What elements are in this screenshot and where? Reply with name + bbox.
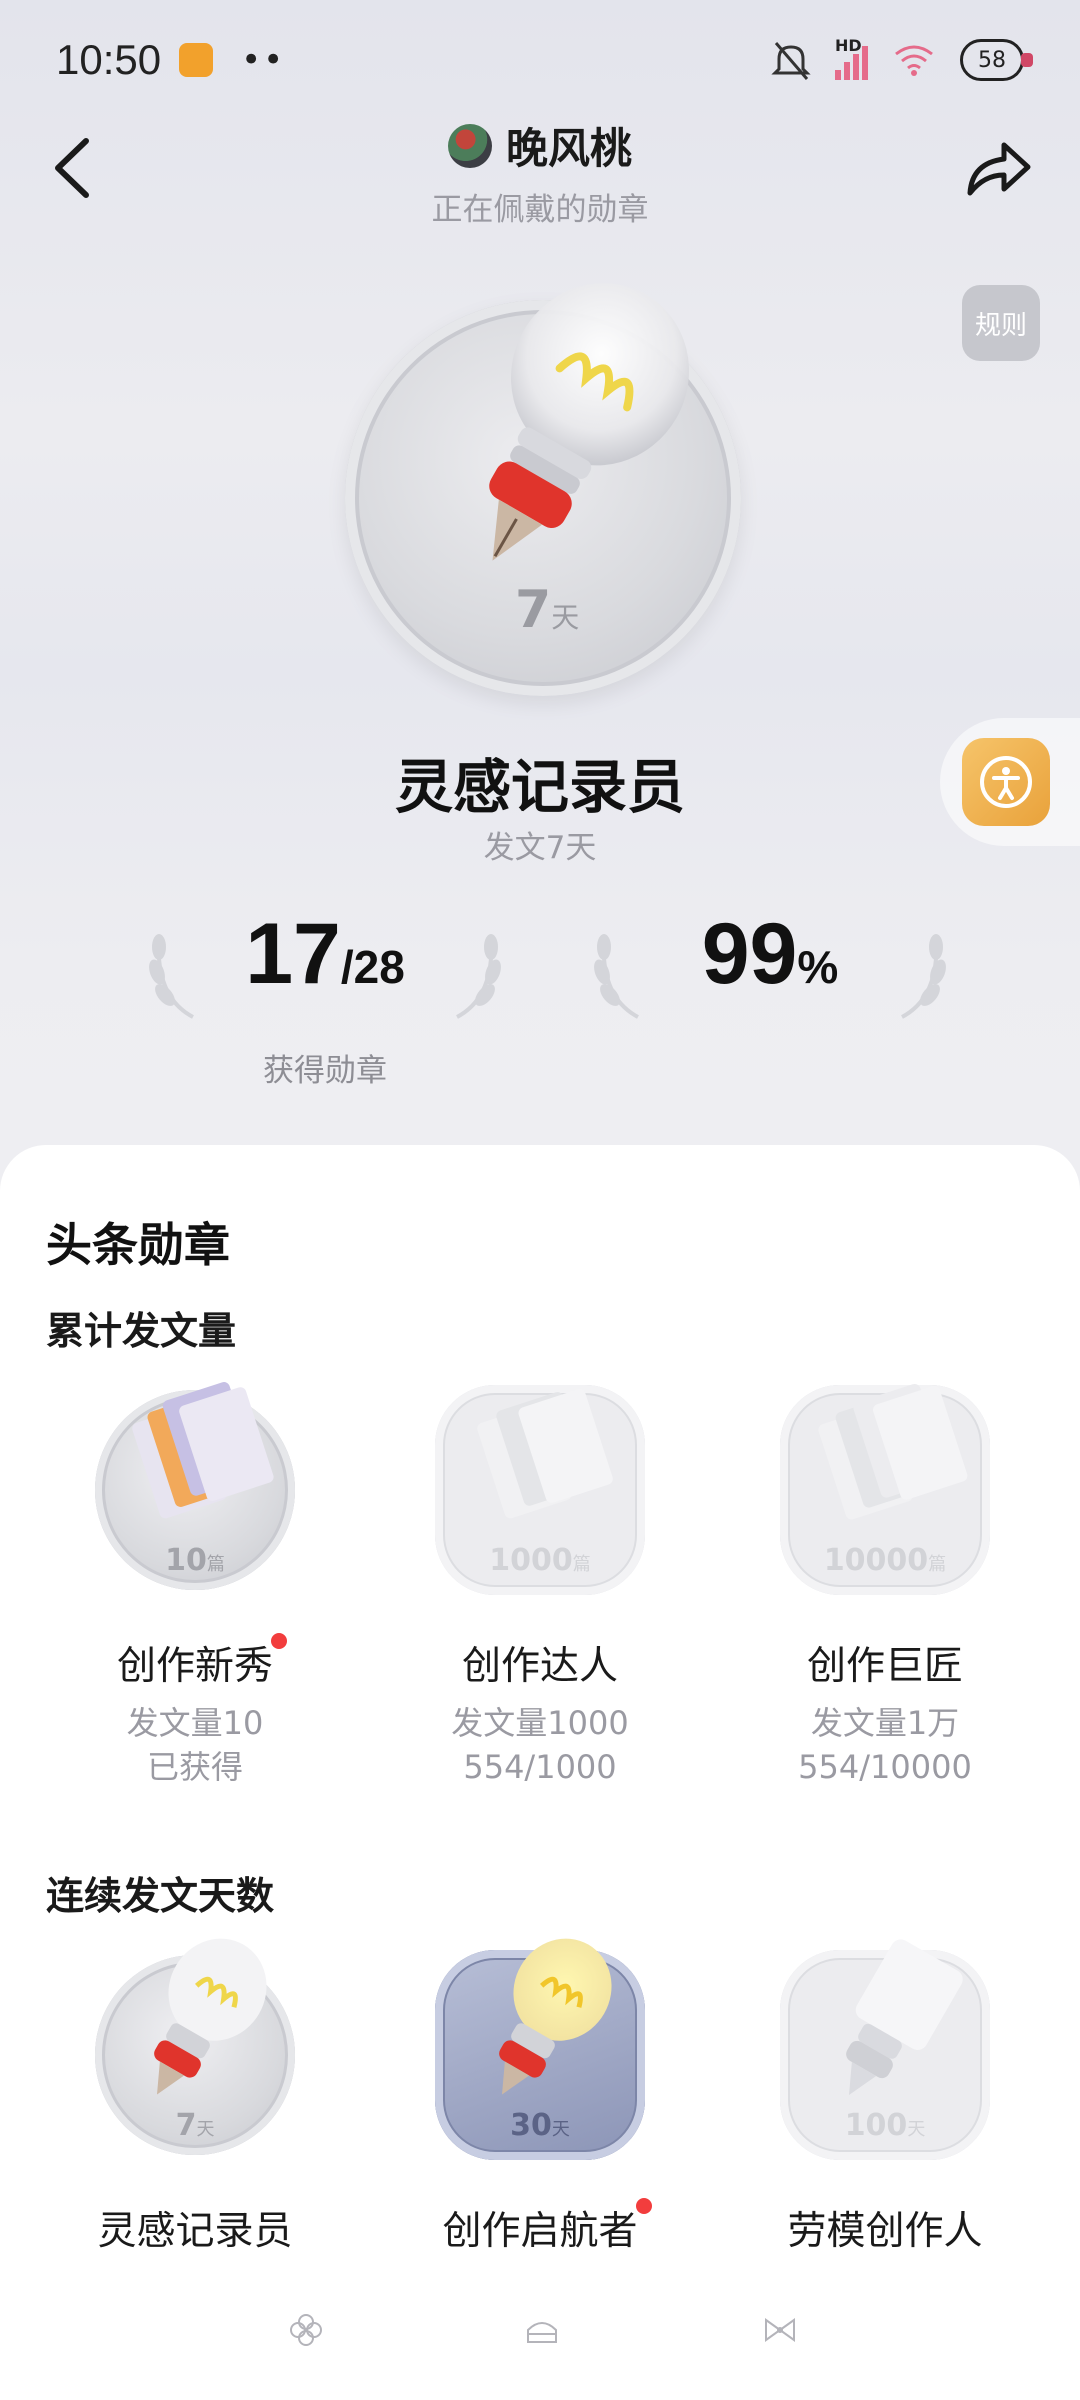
badge-name: 创作启航者 xyxy=(442,2198,652,2256)
notebook-icon xyxy=(818,1383,968,1520)
current-badge-days: 7天 xyxy=(515,580,579,640)
badge-icon: 1000篇 xyxy=(425,1375,655,1605)
badge-creation-newbie[interactable]: 10篇 创作新秀 发文量10 已获得 xyxy=(45,1375,345,1789)
badge-label-unit: 天 xyxy=(551,2119,570,2140)
notebook-icon xyxy=(132,1382,274,1519)
rules-button[interactable]: 规则 xyxy=(962,285,1040,361)
laurel-icon xyxy=(901,934,946,1019)
badge-inspiration-recorder[interactable]: 7天 灵感记录员 xyxy=(45,1938,345,2256)
badge-model-creator[interactable]: 100天 劳模创作人 xyxy=(735,1939,1035,2256)
more-notifications-icon: •• xyxy=(241,40,286,80)
new-badge-dot xyxy=(635,2198,652,2214)
badge-label: 7天 xyxy=(80,2108,310,2143)
username[interactable]: 晚风桃 xyxy=(506,115,632,176)
notebook-icon xyxy=(477,1389,613,1519)
badge-creation-voyager[interactable]: 30天 创作启航者 xyxy=(390,1938,690,2256)
badge-desc: 发文量10 已获得 xyxy=(45,1701,345,1789)
signal-icon: HD xyxy=(835,36,868,80)
badge-name: 创作新秀 xyxy=(116,1633,287,1691)
pen-scroll-icon xyxy=(846,1939,963,2096)
new-badge-dot xyxy=(271,1633,287,1649)
badge-name-text: 创作新秀 xyxy=(116,1644,273,1689)
lightbulb-pen-icon xyxy=(154,1938,267,2095)
badge-desc: 发文量1000 554/1000 xyxy=(390,1701,690,1789)
badge-requirement: 发文量1000 xyxy=(451,1704,629,1742)
badge-icon: 30天 xyxy=(425,1938,655,2170)
badge-name-text: 创作启航者 xyxy=(442,2209,638,2254)
badge-creation-master[interactable]: 10000篇 创作巨匠 发文量1万 554/10000 xyxy=(735,1375,1035,1789)
cake-icon[interactable] xyxy=(522,2310,562,2350)
badge-label: 10000篇 xyxy=(770,1543,1000,1578)
badge-label-unit: 天 xyxy=(196,2119,215,2140)
badge-label: 10篇 xyxy=(80,1543,310,1578)
battery-indicator: 58 xyxy=(960,39,1033,81)
badge-label: 30天 xyxy=(425,2108,655,2143)
badge-label-unit: 篇 xyxy=(206,1554,225,1575)
earned-value: 17 xyxy=(245,906,341,1002)
badge-icon: 100天 xyxy=(770,1939,1000,2170)
lightbulb-pen-icon xyxy=(489,283,690,561)
percent-unit: % xyxy=(797,941,839,993)
badge-label-unit: 篇 xyxy=(928,1554,947,1575)
badge-icon: 7天 xyxy=(80,1938,310,2170)
current-badge-days-unit: 天 xyxy=(551,601,580,634)
badge-label-number: 7 xyxy=(175,2108,197,2143)
lightbulb-pen-icon xyxy=(499,1938,612,2095)
status-time: 10:50 xyxy=(56,36,162,83)
bottom-nav xyxy=(0,2310,1080,2370)
badge-creation-expert[interactable]: 1000篇 创作达人 发文量1000 554/1000 xyxy=(390,1375,690,1789)
wearing-badge-label: 正在佩戴的勋章 xyxy=(431,192,649,228)
percent-number: 99 xyxy=(701,906,798,1002)
share-icon[interactable] xyxy=(960,131,1036,201)
badge-label-number: 30 xyxy=(510,2108,552,2143)
badge-icon: 10000篇 xyxy=(770,1375,1000,1605)
current-badge-days-number: 7 xyxy=(515,580,552,640)
user-block: 晚风桃 正在佩戴的勋章 xyxy=(0,115,1080,229)
badge-name: 创作达人 xyxy=(461,1644,618,1689)
badge-label-number: 10000 xyxy=(823,1543,929,1578)
status-bar: 10:50 •• HD 58 xyxy=(0,0,1080,120)
current-badge-name: 灵感记录员 xyxy=(394,753,685,821)
bow-icon[interactable] xyxy=(760,2310,800,2350)
flower-icon[interactable] xyxy=(286,2310,326,2350)
badge-name: 创作巨匠 xyxy=(806,1644,963,1689)
badge-label-number: 1000 xyxy=(489,1543,573,1578)
top-nav: 晚风桃 正在佩戴的勋章 xyxy=(0,115,1080,228)
badge-label-unit: 篇 xyxy=(572,1554,591,1575)
current-badge-description: 发文7天 xyxy=(483,830,597,866)
battery-level: 58 xyxy=(978,47,1006,73)
section-title-streak: 连续发文天数 xyxy=(46,1874,275,1918)
sheet-title: 头条勋章 xyxy=(46,1218,230,1272)
earned-label: 获得勋章 xyxy=(263,1053,387,1089)
user-row[interactable]: 晚风桃 xyxy=(447,115,632,176)
badge-name: 劳模创作人 xyxy=(787,2209,983,2254)
badge-label-number: 100 xyxy=(844,2108,908,2143)
badge-desc: 发文量1万 554/10000 xyxy=(735,1701,1035,1789)
mute-bell-icon xyxy=(771,42,811,80)
badge-label-number: 10 xyxy=(165,1543,207,1578)
notification-app-icon xyxy=(179,43,214,77)
badge-requirement: 发文量10 xyxy=(126,1704,264,1742)
badge-progress: 554/10000 xyxy=(798,1748,972,1786)
badge-requirement: 发文量1万 xyxy=(810,1704,960,1742)
badge-name: 灵感记录员 xyxy=(97,2209,293,2254)
laurel-icon xyxy=(456,934,501,1019)
badge-progress: 554/1000 xyxy=(463,1748,617,1786)
badge-label: 1000篇 xyxy=(425,1543,655,1578)
wifi-icon xyxy=(895,45,933,76)
badge-progress: 已获得 xyxy=(146,1748,243,1786)
badge-label: 100天 xyxy=(770,2108,1000,2143)
badges-sheet: 头条勋章 累计发文量 10篇 创作新秀 发文量10 已获得 1000篇 创作达人… xyxy=(0,1145,1080,2400)
badge-label-unit: 天 xyxy=(907,2119,926,2140)
section-title-posts: 累计发文量 xyxy=(46,1309,237,1353)
network-label: HD xyxy=(835,36,862,55)
badge-icon: 10篇 xyxy=(80,1375,310,1605)
avatar[interactable] xyxy=(447,123,492,168)
earned-total: /28 xyxy=(340,941,405,993)
